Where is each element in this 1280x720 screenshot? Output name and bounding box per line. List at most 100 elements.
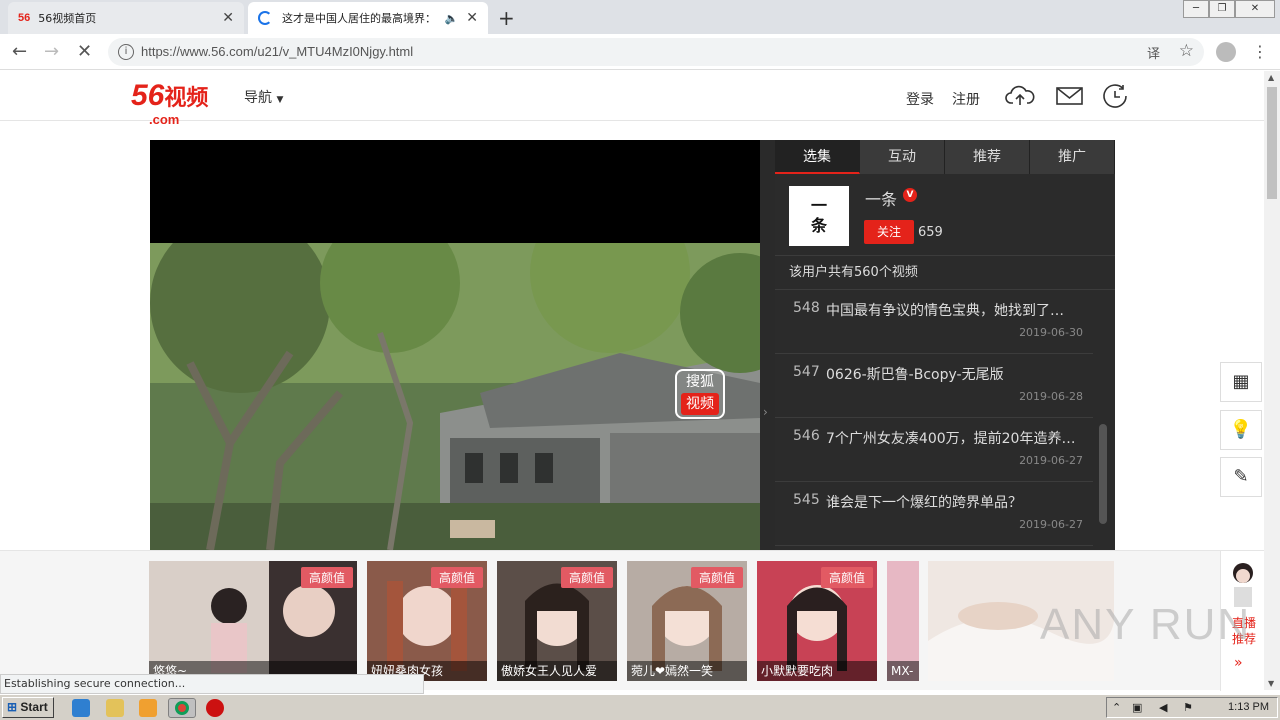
panel-scroll-thumb[interactable]: [1099, 424, 1107, 524]
tab-episodes[interactable]: 选集: [775, 140, 860, 174]
double-chevron-right-icon[interactable]: »: [1234, 655, 1243, 671]
sohu-video-watermark: 搜狐 视频: [675, 369, 725, 419]
follow-button[interactable]: 关注: [864, 220, 914, 244]
speaker-icon[interactable]: 🔈: [445, 12, 459, 25]
list-item[interactable]: 545 谁会是下一个爆红的跨界单品？ 2019-06-27: [775, 482, 1093, 546]
upload-cloud-icon[interactable]: [1005, 83, 1035, 109]
address-toolbar: ← → ✕ i https://www.56.com/u21/v_MTU4MzI…: [0, 34, 1280, 70]
video-title[interactable]: 谁会是下一个爆红的跨界单品？: [826, 492, 1076, 512]
browser-tab-strip: 56 56视频首页 ✕ 这才是中国人居住的最高境界： 🔈 ✕ + ─ ❐ ✕: [0, 0, 1280, 34]
list-item[interactable]: 547 0626-斯巴鲁-Bcopy-无尾版 2019-06-28: [775, 354, 1093, 418]
qr-code-icon[interactable]: ▦: [1220, 362, 1262, 402]
video-number: 547: [793, 364, 820, 380]
video-date: 2019-06-30: [1019, 326, 1083, 339]
nav-dropdown[interactable]: 导航 ▼: [244, 87, 283, 107]
windows-logo-icon: ⊞: [7, 700, 18, 714]
scroll-thumb[interactable]: [1267, 87, 1277, 199]
list-item[interactable]: 548 中国最有争议的情色宝典，她找到了最... 2019-06-30: [775, 290, 1093, 354]
video-frame[interactable]: 搜狐 视频: [150, 243, 760, 550]
tab-title: 56视频首页: [38, 12, 97, 25]
live-card[interactable]: 高颜值 妞妞桑肉女孩: [367, 561, 487, 681]
page-scrollbar[interactable]: ▲ ▼: [1264, 71, 1280, 690]
back-arrow-icon[interactable]: ←: [12, 41, 27, 62]
panel-collapse-strip[interactable]: ›: [760, 140, 775, 550]
card-caption: 傲娇女王人见人爱: [497, 661, 617, 681]
network-icon[interactable]: ▣: [1132, 701, 1142, 714]
video-number: 546: [793, 428, 820, 444]
author-name[interactable]: 一条: [865, 186, 897, 210]
system-tray: ⌃ ▣ ◀ ⚑ 1:13 PM: [1106, 697, 1278, 718]
stop-loading-icon[interactable]: ✕: [77, 41, 92, 62]
chrome-icon: [175, 701, 189, 715]
clock[interactable]: 1:13 PM: [1228, 701, 1269, 713]
profile-avatar-icon[interactable]: [1216, 42, 1236, 62]
follower-count: 659: [918, 225, 943, 240]
folder-icon[interactable]: [106, 699, 124, 717]
ie-icon[interactable]: [72, 699, 90, 717]
windows-taskbar: ⊞ Start ⌃ ▣ ◀ ⚑ 1:13 PM: [0, 694, 1280, 720]
register-link[interactable]: 注册: [952, 89, 980, 109]
restore-icon[interactable]: ❐: [1209, 0, 1235, 18]
video-number: 548: [793, 300, 820, 316]
start-button[interactable]: ⊞ Start: [2, 697, 54, 718]
login-link[interactable]: 登录: [906, 89, 934, 109]
flag-icon[interactable]: ⚑: [1183, 701, 1193, 714]
address-bar[interactable]: i https://www.56.com/u21/v_MTU4MzI0Njgy.…: [108, 38, 1204, 66]
new-tab-icon[interactable]: +: [498, 6, 515, 30]
translate-icon[interactable]: 译: [1147, 43, 1160, 62]
site-logo[interactable]: 56视频 .com: [131, 79, 208, 127]
video-side-panel: 选集 互动 推荐 推广 一 条 一条 V 关注 659 该用户共有560个视频 …: [775, 140, 1115, 550]
chrome-taskbar-button[interactable]: [168, 698, 196, 718]
tab-promotion[interactable]: 推广: [1030, 140, 1115, 174]
chevron-right-icon[interactable]: ›: [763, 405, 768, 419]
menu-kebab-icon[interactable]: ⋮: [1252, 42, 1268, 61]
window-close-icon[interactable]: ✕: [1235, 0, 1275, 18]
tag-badge: 高颜值: [430, 567, 483, 588]
live-card[interactable]: MX-: [887, 561, 919, 681]
anyrun-watermark: ANY RUN: [1040, 600, 1252, 649]
list-item[interactable]: 546 7个广州女友凑400万，提前20年造养老... 2019-06-27: [775, 418, 1093, 482]
video-date: 2019-06-28: [1019, 390, 1083, 403]
close-icon[interactable]: ✕: [222, 10, 234, 26]
caret-down-icon: ▼: [276, 95, 284, 105]
video-date: 2019-06-27: [1019, 518, 1083, 531]
live-card[interactable]: 高颜值 小默默要吃肉: [757, 561, 877, 681]
live-card[interactable]: 高颜值 悠悠~: [149, 561, 357, 681]
opera-icon[interactable]: [206, 699, 224, 717]
panel-tabs: 选集 互动 推荐 推广: [775, 140, 1115, 174]
media-player-icon[interactable]: [139, 699, 157, 717]
mail-icon[interactable]: [1055, 83, 1085, 109]
card-caption: 小默默要吃肉: [757, 661, 877, 681]
tab-current-video[interactable]: 这才是中国人居住的最高境界： 🔈 ✕: [248, 2, 488, 34]
video-count-label: 该用户共有560个视频: [775, 256, 1115, 290]
author-avatar[interactable]: 一 条: [789, 186, 849, 246]
forward-arrow-icon[interactable]: →: [44, 41, 59, 62]
feedback-edit-icon[interactable]: ✎: [1220, 457, 1262, 497]
tag-badge: 高颜值: [690, 567, 743, 588]
scroll-down-arrow-icon[interactable]: ▼: [1268, 679, 1274, 688]
badge-line-1: 搜狐: [686, 374, 714, 390]
live-card[interactable]: 高颜值 菀儿❤嫣然一笑: [627, 561, 747, 681]
video-title[interactable]: 0626-斯巴鲁-Bcopy-无尾版: [826, 364, 1076, 384]
tab-interaction[interactable]: 互动: [860, 140, 945, 174]
live-card[interactable]: 高颜值 傲娇女王人见人爱: [497, 561, 617, 681]
info-icon[interactable]: i: [118, 44, 134, 60]
tab-recommend[interactable]: 推荐: [945, 140, 1030, 174]
video-title[interactable]: 7个广州女友凑400万，提前20年造养老...: [826, 428, 1076, 448]
video-title[interactable]: 中国最有争议的情色宝典，她找到了最...: [826, 300, 1076, 320]
card-caption: MX-: [887, 661, 919, 681]
tab-56-home[interactable]: 56 56视频首页 ✕: [8, 2, 244, 34]
tray-expand-icon[interactable]: ⌃: [1112, 701, 1121, 714]
url-text[interactable]: https://www.56.com/u21/v_MTU4MzI0Njgy.ht…: [141, 44, 413, 59]
lightbulb-icon[interactable]: 💡: [1220, 410, 1262, 450]
scroll-up-arrow-icon[interactable]: ▲: [1268, 73, 1274, 82]
volume-icon[interactable]: ◀: [1159, 701, 1167, 714]
tag-badge: 高颜值: [560, 567, 613, 588]
logo-dotcom: .com: [149, 112, 180, 127]
video-player[interactable]: 搜狐 视频: [150, 140, 760, 550]
card-caption: 菀儿❤嫣然一笑: [627, 661, 747, 681]
close-icon[interactable]: ✕: [466, 10, 478, 26]
history-icon[interactable]: [1101, 83, 1131, 109]
bookmark-star-icon[interactable]: ☆: [1179, 41, 1194, 61]
minimize-icon[interactable]: ─: [1183, 0, 1209, 18]
